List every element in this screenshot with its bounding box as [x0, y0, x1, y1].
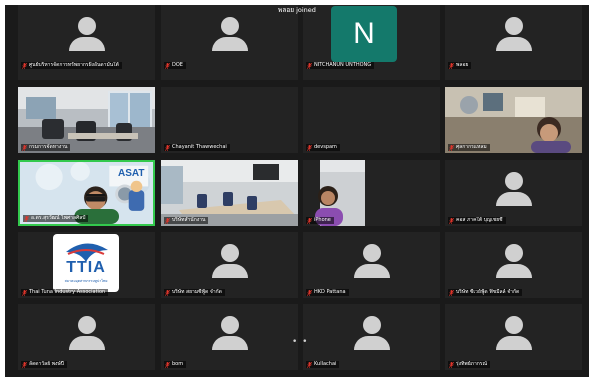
mic-muted-icon — [307, 144, 312, 151]
participant-name-label: พลอย — [448, 62, 472, 69]
participant-name: NITCHANUN UNTHONG — [314, 62, 372, 68]
participant-name: รุ่งทิพย์ภากรณ์ — [456, 361, 488, 367]
participant-name-label: ลัดดาวัลย์ พงษ์ปี — [21, 361, 67, 368]
participant-name: DOE — [172, 62, 183, 68]
join-notification: พลอย joined — [278, 6, 316, 14]
participant-name-label: Kullachai — [306, 361, 340, 368]
participant-tile[interactable]: iPhone — [303, 160, 440, 226]
mic-muted-icon — [24, 215, 29, 222]
participant-name-label: bom — [164, 361, 187, 368]
participant-avatar-icon — [211, 316, 249, 350]
participant-name: HKD Pattana — [314, 289, 346, 295]
participant-avatar-icon — [211, 17, 249, 51]
participant-name: iPhone — [314, 217, 331, 223]
mic-muted-icon — [307, 289, 312, 296]
mic-muted-icon — [449, 361, 454, 368]
participant-name: กรมการจัดหางาน — [29, 144, 68, 150]
participant-name-label: คอส ภาคใต้ บุญเชยชี้ — [448, 217, 506, 224]
participant-avatar-icon — [495, 17, 533, 51]
participant-name-label: บริษัท สยามซีฟู้ด จำกัด — [164, 289, 225, 296]
mic-muted-icon — [449, 217, 454, 224]
participant-name-label: DOE — [164, 62, 186, 69]
participant-tile[interactable]: Chayanit Thawwechai — [161, 87, 298, 153]
participant-name-label: HKD Pattana — [306, 289, 349, 296]
participant-name: Thai Tuna Industry Association — [29, 289, 106, 295]
mic-muted-icon — [165, 144, 170, 151]
participant-avatar-icon — [68, 17, 106, 51]
participant-tile[interactable]: DOE — [161, 5, 298, 71]
participant-tile[interactable]: N NITCHANUN UNTHONG — [303, 5, 440, 71]
asat-logo-text: ASAT — [118, 168, 145, 179]
participant-tile[interactable]: พลอย — [445, 5, 582, 71]
participant-name: bom — [172, 361, 184, 367]
mic-muted-icon — [22, 62, 27, 69]
participant-name: พลอย — [456, 62, 469, 68]
participant-tile[interactable]: รุ่งทิพย์ภากรณ์ — [445, 304, 582, 370]
participant-name: devspam — [314, 144, 337, 150]
mic-muted-icon — [449, 62, 454, 69]
mic-muted-icon — [307, 62, 312, 69]
participant-tile[interactable]: ศุลกากรแหลม — [445, 87, 582, 153]
ttia-logo-text: TTIA — [66, 259, 106, 276]
participant-avatar-icon — [495, 316, 533, 350]
participant-tile[interactable]: bom — [161, 304, 298, 370]
initial-avatar: N — [331, 6, 397, 62]
mic-muted-icon — [165, 62, 170, 69]
mic-muted-icon — [22, 361, 27, 368]
mic-muted-icon — [22, 289, 27, 296]
participant-name-label: รุ่งทิพย์ภากรณ์ — [448, 361, 491, 368]
participant-name-label: อ.ดร.สุรวัฒน์ ไพศาลศิลป์ — [23, 215, 89, 222]
participant-tile[interactable]: บริษัทสำนักงาน — [161, 160, 298, 226]
participant-name: คอส ภาคใต้ บุญเชยชี้ — [456, 217, 503, 223]
participant-name-label: บริษัทสำนักงาน — [164, 217, 209, 224]
participant-name-label: กรมการจัดหางาน — [21, 144, 71, 151]
participant-name-label: ศูนย์บริหารจัดการทรัพยากรฝั่งอันดามันใต้ — [21, 62, 122, 69]
participant-name: Chayanit Thawwechai — [172, 144, 227, 150]
participant-avatar-icon — [353, 316, 391, 350]
mic-muted-icon — [165, 361, 170, 368]
page-indicator[interactable]: • • — [292, 337, 308, 347]
participant-tile[interactable]: devspam — [303, 87, 440, 153]
participant-tile[interactable]: กรมการจัดหางาน — [18, 87, 155, 153]
mic-muted-icon — [307, 217, 312, 224]
participant-name-label: บริษัท ซีเวย์ฟู้ด ฟิชมีลล์ จำกัด — [448, 289, 523, 296]
mic-muted-icon — [22, 144, 27, 151]
mic-muted-icon — [165, 217, 170, 224]
mic-muted-icon — [449, 144, 454, 151]
participant-name-label: iPhone — [306, 217, 334, 224]
participant-name: ศูนย์บริหารจัดการทรัพยากรฝั่งอันดามันใต้ — [29, 62, 119, 68]
participant-tile[interactable]: HKD Pattana — [303, 232, 440, 298]
mic-muted-icon — [165, 289, 170, 296]
participant-tile[interactable]: บริษัท ซีเวย์ฟู้ด ฟิชมีลล์ จำกัด — [445, 232, 582, 298]
participant-avatar-icon — [211, 244, 249, 278]
participant-name-label: devspam — [306, 144, 340, 151]
participant-avatar-icon — [353, 244, 391, 278]
participant-avatar-icon — [68, 316, 106, 350]
participant-name-label: NITCHANUN UNTHONG — [306, 62, 375, 69]
participant-tile[interactable]: ASAT อ.ดร.สุรวัฒน์ ไพศาลศิลป์ — [18, 160, 155, 226]
participant-tile[interactable]: ลัดดาวัลย์ พงษ์ปี — [18, 304, 155, 370]
participant-tile[interactable]: คอส ภาคใต้ บุญเชยชี้ — [445, 160, 582, 226]
participant-tile[interactable]: ศูนย์บริหารจัดการทรัพยากรฝั่งอันดามันใต้ — [18, 5, 155, 71]
participant-name-label: Chayanit Thawwechai — [164, 144, 230, 151]
participant-name: ศุลกากรแหลม — [456, 144, 487, 150]
participant-name-label: Thai Tuna Industry Association — [21, 289, 109, 296]
participant-name: Kullachai — [314, 361, 337, 367]
participant-avatar-icon — [495, 172, 533, 206]
meeting-gallery: พลอย joined iPad ของ ยุทธพัฒน์ศุนย์วิจัย… — [5, 5, 589, 377]
participant-avatar-icon — [495, 244, 533, 278]
participant-name-label: ศุลกากรแหลม — [448, 144, 490, 151]
participant-name: บริษัทสำนักงาน — [172, 217, 206, 223]
participant-name: อ.ดร.สุรวัฒน์ ไพศาลศิลป์ — [31, 215, 86, 221]
participant-tile[interactable]: บริษัท สยามซีฟู้ด จำกัด — [161, 232, 298, 298]
participant-name: บริษัท สยามซีฟู้ด จำกัด — [172, 289, 222, 295]
mic-muted-icon — [307, 361, 312, 368]
participant-name: บริษัท ซีเวย์ฟู้ด ฟิชมีลล์ จำกัด — [456, 289, 520, 295]
participant-name: ลัดดาวัลย์ พงษ์ปี — [29, 361, 64, 367]
participant-tile[interactable]: Kullachai — [303, 304, 440, 370]
ttia-logo-subtext: สมาคมอุตสาหกรรมทูน่าไทย — [64, 279, 108, 283]
mic-muted-icon — [449, 289, 454, 296]
participant-tile[interactable]: TTIA สมาคมอุตสาหกรรมทูน่าไทย Thai Tuna Ind… — [18, 232, 155, 298]
